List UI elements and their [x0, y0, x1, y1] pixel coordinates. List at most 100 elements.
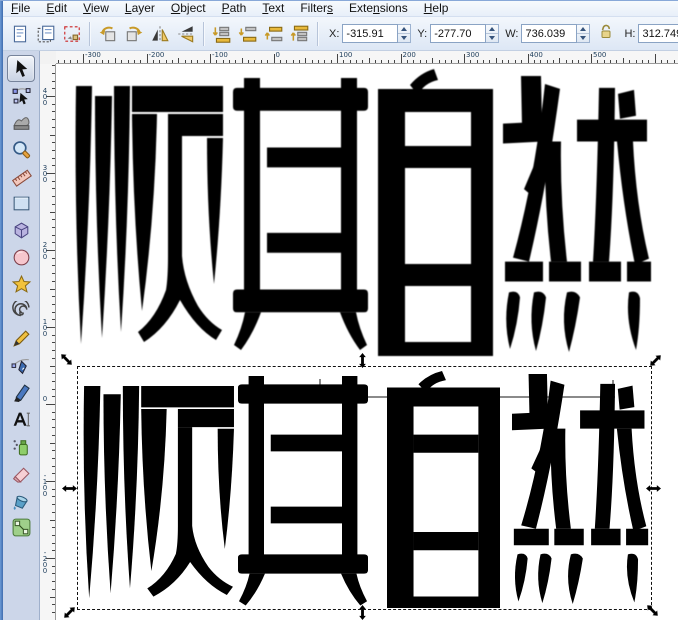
menu-bar: File Edit View Layer Object Path Text Filters Ex… [3, 1, 678, 17]
flip-horizontal-button[interactable] [147, 21, 173, 47]
h-ruler-tick [324, 60, 326, 63]
tool-zoom[interactable] [7, 136, 35, 163]
h-ruler-tick [419, 60, 421, 63]
raise-button[interactable] [261, 21, 287, 47]
tool-spray[interactable] [7, 433, 35, 460]
v-ruler-tick [52, 565, 55, 567]
tool-box-3d[interactable] [7, 217, 35, 244]
lower-to-bottom-icon [212, 26, 231, 43]
tool-eraser[interactable] [7, 460, 35, 487]
glyph-qi-row1[interactable] [233, 78, 368, 353]
h-ruler-tick [171, 60, 173, 63]
w-label: W: [505, 27, 519, 40]
spray-icon [13, 440, 28, 456]
spin-up-icon[interactable] [398, 25, 410, 33]
h-ruler-tick [610, 60, 611, 63]
scale-handle-top-center[interactable] [358, 353, 367, 368]
x-spinner[interactable] [398, 24, 412, 43]
tool-rectangle[interactable] [7, 190, 35, 217]
v-ruler-tick [52, 280, 55, 282]
tool-paint-bucket[interactable] [7, 487, 35, 514]
menu-object[interactable]: Object [163, 1, 214, 17]
y-field-group: Y: [417, 24, 500, 43]
h-ruler-tick [622, 58, 624, 63]
h-input[interactable] [638, 24, 678, 43]
h-ruler-tick [470, 60, 472, 63]
tool-spiral[interactable] [7, 298, 35, 325]
vertical-ruler[interactable]: 400 300 200 100 0 -100 -200 [40, 64, 56, 620]
scale-handle-left-center[interactable] [62, 484, 77, 493]
tool-calligraphy[interactable] [7, 379, 35, 406]
v-ruler-label: -200 [42, 549, 48, 575]
tool-connector[interactable] [7, 514, 35, 541]
menu-file[interactable]: File [3, 1, 38, 17]
select-all-layers-button[interactable] [33, 21, 59, 47]
spin-up-icon[interactable] [577, 25, 589, 33]
menu-text[interactable]: Text [254, 1, 292, 17]
glyph-ran-row1[interactable] [503, 76, 653, 352]
v-ruler-tick [52, 103, 55, 105]
selection-box [77, 366, 652, 610]
v-ruler-tick [52, 434, 55, 436]
v-ruler-tick [52, 111, 55, 113]
tool-pencil[interactable] [7, 325, 35, 352]
h-ruler-tick [76, 60, 78, 63]
x-input[interactable] [342, 24, 399, 43]
h-ruler-label: 200 [402, 51, 416, 59]
lower-to-bottom-button[interactable] [209, 21, 235, 47]
tool-bezier-pen[interactable] [7, 352, 35, 379]
glyph-zi-row1[interactable] [378, 69, 493, 356]
spin-down-icon[interactable] [486, 33, 499, 42]
menu-help[interactable]: Help [416, 1, 457, 17]
tool-text[interactable] [7, 406, 35, 433]
menu-extensions[interactable]: Extensions [341, 1, 416, 17]
h-ruler-tick [140, 60, 142, 63]
h-ruler-tick [165, 60, 167, 63]
horizontal-ruler[interactable]: -300 -200 -100 0 100 200 300 400 500 [56, 51, 678, 64]
h-ruler-label: 500 [593, 51, 607, 59]
h-label: H: [624, 27, 636, 40]
w-field-group: W: [505, 24, 591, 43]
lock-ratio-toggle[interactable] [598, 23, 614, 44]
h-ruler-label: -300 [85, 51, 101, 59]
y-spinner[interactable] [486, 24, 500, 43]
scale-handle-bottom-left[interactable] [61, 604, 78, 620]
tool-measure[interactable] [7, 163, 35, 190]
tool-ellipse[interactable] [7, 244, 35, 271]
y-input[interactable] [430, 24, 487, 43]
v-ruler-tick [52, 411, 55, 413]
open-lock-icon [601, 24, 611, 38]
w-input[interactable] [521, 24, 578, 43]
scale-handle-bottom-right[interactable] [644, 602, 661, 619]
h-ruler-tick [533, 60, 535, 63]
tool-selector[interactable] [7, 55, 35, 82]
tool-node-editor[interactable] [7, 82, 35, 109]
spin-up-icon[interactable] [486, 25, 498, 33]
v-ruler-tick [52, 72, 55, 74]
w-spinner[interactable] [577, 24, 591, 43]
menu-view[interactable]: View [75, 1, 117, 17]
menu-path[interactable]: Path [214, 1, 255, 17]
rotate-cw-button[interactable] [121, 21, 147, 47]
lower-button[interactable] [235, 21, 261, 47]
spin-down-icon[interactable] [577, 33, 590, 42]
scale-handle-bottom-center[interactable] [358, 605, 367, 620]
v-ruler-tick [50, 519, 55, 521]
scale-handle-right-center[interactable] [646, 484, 661, 493]
v-ruler-tick [52, 149, 55, 151]
flip-vertical-button[interactable] [173, 21, 199, 47]
h-ruler-tick [184, 60, 186, 63]
spin-down-icon[interactable] [398, 33, 411, 42]
glyph-shun-row1[interactable] [72, 86, 224, 351]
scale-handle-top-left[interactable] [58, 351, 75, 368]
tool-tweak[interactable] [7, 109, 35, 136]
select-all-button[interactable] [7, 21, 33, 47]
canvas[interactable]: 顺其自然 顺其自然 [56, 64, 678, 620]
menu-edit[interactable]: Edit [38, 1, 75, 17]
menu-filters[interactable]: Filters [292, 1, 341, 17]
raise-to-top-button[interactable] [287, 21, 313, 47]
rotate-ccw-button[interactable] [95, 21, 121, 47]
menu-layer[interactable]: Layer [117, 1, 163, 17]
deselect-button[interactable] [59, 21, 85, 47]
tool-star[interactable] [7, 271, 35, 298]
